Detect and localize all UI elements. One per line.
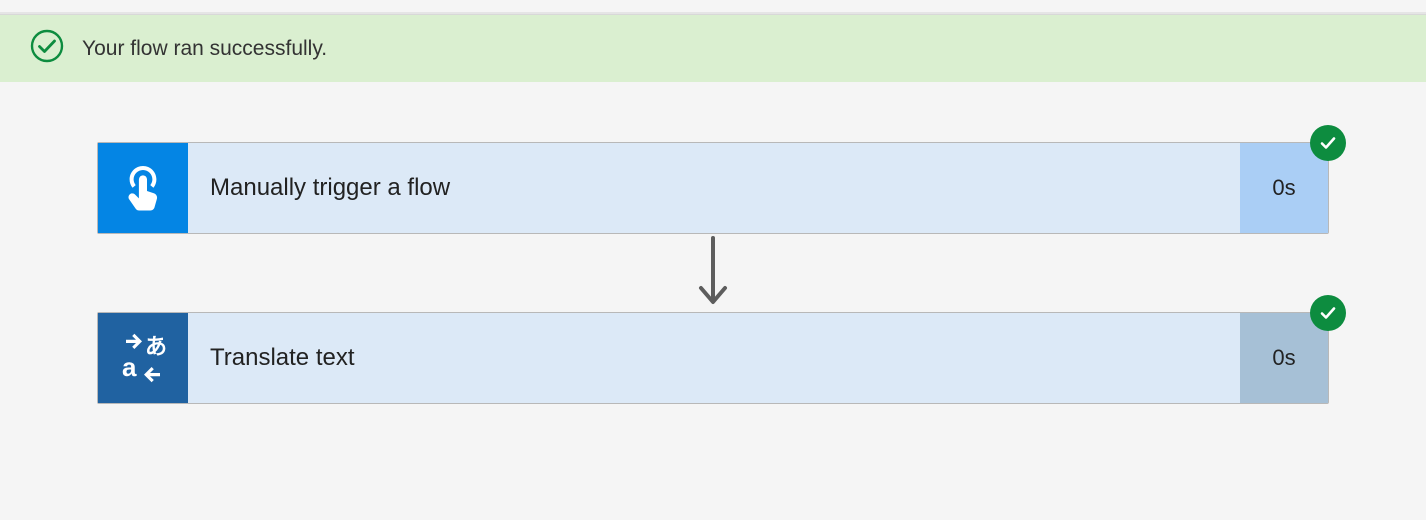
flow-step-duration: 0s bbox=[1240, 313, 1328, 403]
success-banner: Your flow ran successfully. bbox=[0, 15, 1426, 82]
touch-icon bbox=[98, 143, 188, 233]
flow-canvas: Manually trigger a flow 0s a あ bbox=[0, 82, 1426, 404]
status-success-icon bbox=[1310, 125, 1346, 161]
svg-text:a: a bbox=[122, 352, 137, 382]
svg-text:あ: あ bbox=[145, 334, 167, 359]
flow-step-title: Manually trigger a flow bbox=[188, 143, 1240, 233]
translate-icon: a あ bbox=[98, 313, 188, 403]
success-message: Your flow ran successfully. bbox=[82, 37, 327, 61]
checkmark-circle-icon bbox=[30, 29, 64, 68]
flow-step-translate[interactable]: a あ Translate text 0s bbox=[97, 312, 1329, 404]
flow-step-title: Translate text bbox=[188, 313, 1240, 403]
flow-step-duration: 0s bbox=[1240, 143, 1328, 233]
flow-connector bbox=[97, 234, 1329, 312]
status-success-icon bbox=[1310, 295, 1346, 331]
flow-step-trigger[interactable]: Manually trigger a flow 0s bbox=[97, 142, 1329, 234]
